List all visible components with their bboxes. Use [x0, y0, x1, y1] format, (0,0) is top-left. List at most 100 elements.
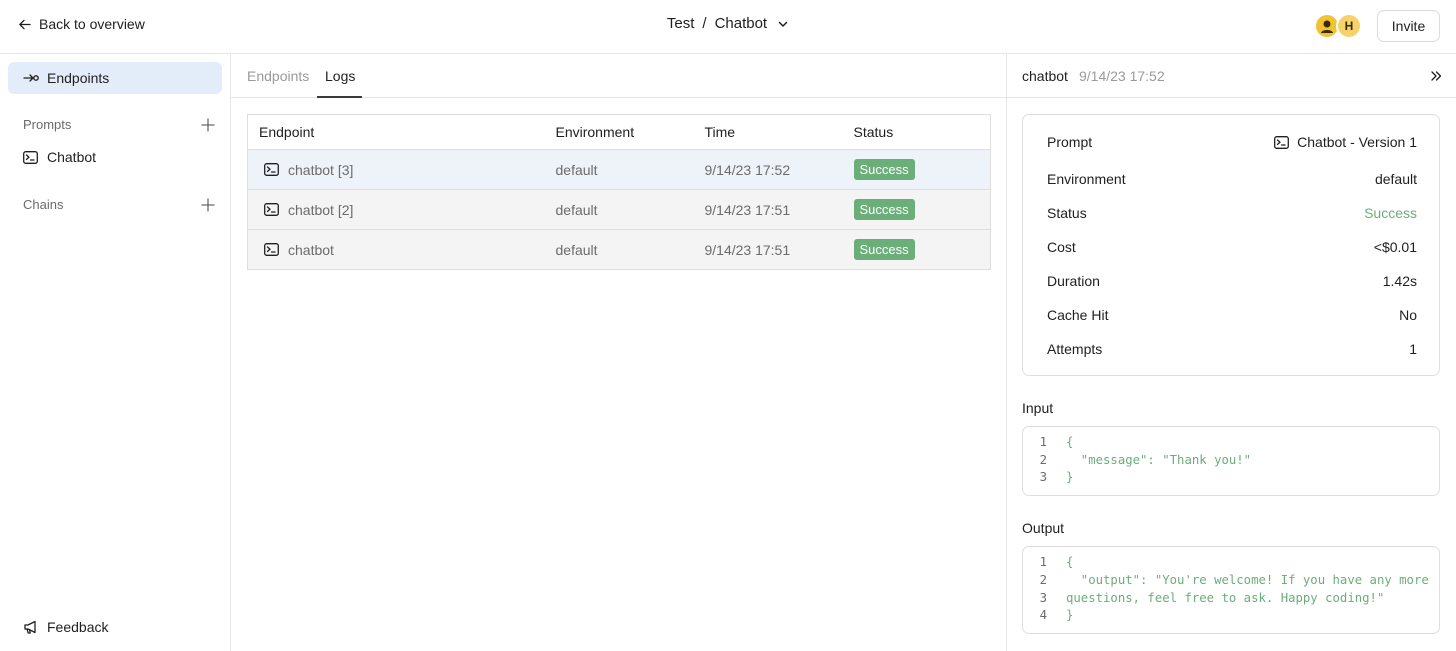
tab-logs[interactable]: Logs [325, 68, 355, 84]
detail-row-status: Status Success [1047, 205, 1417, 221]
detail-label: Environment [1047, 171, 1126, 187]
terminal-icon [264, 203, 279, 216]
prompt-link[interactable]: Chatbot - Version 1 [1274, 134, 1417, 150]
detail-value: Success [1364, 205, 1417, 221]
environment-cell: default [544, 229, 694, 270]
terminal-icon [1274, 135, 1290, 149]
sidebar-item-label: Endpoints [47, 70, 110, 86]
active-tab-indicator [317, 96, 362, 98]
main-content: Endpoints Logs Endpoint Environment Time… [231, 54, 1007, 651]
logs-table: Endpoint Environment Time Status chatbot… [247, 114, 991, 270]
invite-button[interactable]: Invite [1377, 10, 1440, 42]
line-number: 3 [1039, 470, 1047, 484]
endpoint-cell: chatbot [2] [247, 189, 545, 230]
code-text: questions, feel free to ask. Happy codin… [1066, 591, 1385, 605]
detail-row-prompt: Prompt Chatbot - Version 1 [1047, 134, 1417, 150]
status-badge: Success [853, 159, 915, 180]
detail-label: Cost [1047, 239, 1076, 255]
prompts-heading: Prompts [23, 117, 72, 132]
table-header-row: Endpoint Environment Time Status [247, 114, 991, 150]
log-detail-panel: chatbot 9/14/23 17:52 Prompt Chatbot - V… [1007, 54, 1456, 651]
code-line: 1{ [1023, 555, 1074, 569]
detail-label: Prompt [1047, 134, 1093, 150]
top-bar: Back to overview Test / Chatbot H Invite [0, 0, 1456, 54]
add-chain-icon[interactable] [201, 197, 215, 212]
code-text: } [1066, 608, 1074, 622]
column-header-status[interactable]: Status [842, 114, 991, 150]
table-row[interactable]: chatbot [2] default 9/14/23 17:51 Succes… [247, 189, 991, 230]
terminal-icon [264, 243, 279, 256]
collapse-panel-icon[interactable] [1430, 70, 1442, 82]
avatar[interactable]: H [1336, 13, 1362, 39]
detail-value: 1.42s [1382, 273, 1417, 289]
code-line: 4} [1023, 608, 1074, 622]
prompts-section-header: Prompts [23, 117, 215, 132]
line-number: 2 [1039, 573, 1047, 587]
status-cell: Success [842, 149, 991, 190]
line-number: 1 [1039, 555, 1047, 569]
chains-heading: Chains [23, 197, 64, 212]
sidebar: Endpoints Prompts Chatbot Chains Feedbac… [0, 54, 231, 651]
feedback-button[interactable]: Feedback [23, 619, 108, 635]
detail-row-duration: Duration 1.42s [1047, 273, 1417, 289]
terminal-icon [23, 150, 38, 164]
megaphone-icon [24, 620, 36, 634]
sidebar-item-endpoints[interactable]: Endpoints [8, 62, 222, 94]
chains-section-header: Chains [23, 197, 215, 212]
detail-label: Status [1047, 205, 1087, 221]
log-details-card: Prompt Chatbot - Version 1 Environment d… [1022, 114, 1440, 376]
code-text: "output": "You're welcome! If you have a… [1066, 573, 1429, 587]
endpoint-cell: chatbot [3] [247, 149, 545, 190]
sidebar-item-chatbot[interactable]: Chatbot [23, 149, 96, 165]
status-cell: Success [842, 229, 991, 270]
detail-value: Chatbot - Version 1 [1297, 134, 1417, 150]
line-number: 4 [1039, 608, 1047, 622]
detail-value: <$0.01 [1373, 239, 1417, 255]
detail-value: No [1399, 307, 1417, 323]
status-badge: Success [853, 239, 915, 260]
endpoint-name: chatbot [3] [288, 161, 354, 178]
tab-endpoints[interactable]: Endpoints [247, 68, 309, 84]
chevron-down-icon [778, 21, 788, 27]
table-row[interactable]: chatbot [3] default 9/14/23 17:52 Succes… [247, 149, 991, 190]
endpoint-cell: chatbot [247, 229, 545, 270]
detail-value: default [1374, 171, 1417, 187]
breadcrumb[interactable]: Test / Chatbot [0, 15, 1456, 32]
breadcrumb-app: Chatbot [714, 15, 768, 32]
input-code-block[interactable]: 1{ 2 "message": "Thank you!" 3} [1022, 426, 1440, 496]
detail-row-attempts: Attempts 1 [1047, 341, 1417, 357]
table-row[interactable]: chatbot default 9/14/23 17:51 Success [247, 229, 991, 270]
detail-row-environment: Environment default [1047, 171, 1417, 187]
column-header-environment[interactable]: Environment [544, 114, 694, 150]
code-text: "message": "Thank you!" [1066, 453, 1252, 467]
line-number: 2 [1039, 453, 1047, 467]
input-label: Input [1022, 400, 1054, 416]
column-header-time[interactable]: Time [693, 114, 843, 150]
code-line: 3 questions, feel free to ask. Happy codi… [1023, 591, 1385, 605]
output-code-block[interactable]: 1{ 2 "output": "You're welcome! If you h… [1022, 546, 1440, 634]
terminal-icon [264, 163, 279, 176]
output-label: Output [1022, 520, 1065, 536]
detail-row-cache-hit: Cache Hit No [1047, 307, 1417, 323]
user-avatar-icon [1321, 20, 1333, 33]
panel-title: chatbot [1022, 68, 1068, 84]
sidebar-item-label: Chatbot [47, 149, 97, 165]
detail-label: Cache Hit [1047, 307, 1109, 323]
tab-bar: Endpoints Logs [231, 54, 1007, 98]
code-line: 2 "output": "You're welcome! If you have… [1023, 573, 1429, 587]
code-text: } [1066, 470, 1074, 484]
feedback-label: Feedback [47, 619, 109, 635]
column-header-endpoint[interactable]: Endpoint [247, 114, 545, 150]
code-line: 1{ [1023, 435, 1074, 449]
status-cell: Success [842, 189, 991, 230]
panel-header: chatbot 9/14/23 17:52 [1007, 54, 1456, 98]
detail-label: Duration [1047, 273, 1100, 289]
code-text: { [1066, 555, 1074, 569]
add-prompt-icon[interactable] [201, 117, 215, 132]
endpoint-icon [23, 74, 39, 82]
time-cell: 9/14/23 17:51 [693, 189, 843, 230]
code-text: { [1066, 435, 1074, 449]
endpoint-name: chatbot [288, 241, 334, 258]
environment-cell: default [544, 189, 694, 230]
environment-cell: default [544, 149, 694, 190]
